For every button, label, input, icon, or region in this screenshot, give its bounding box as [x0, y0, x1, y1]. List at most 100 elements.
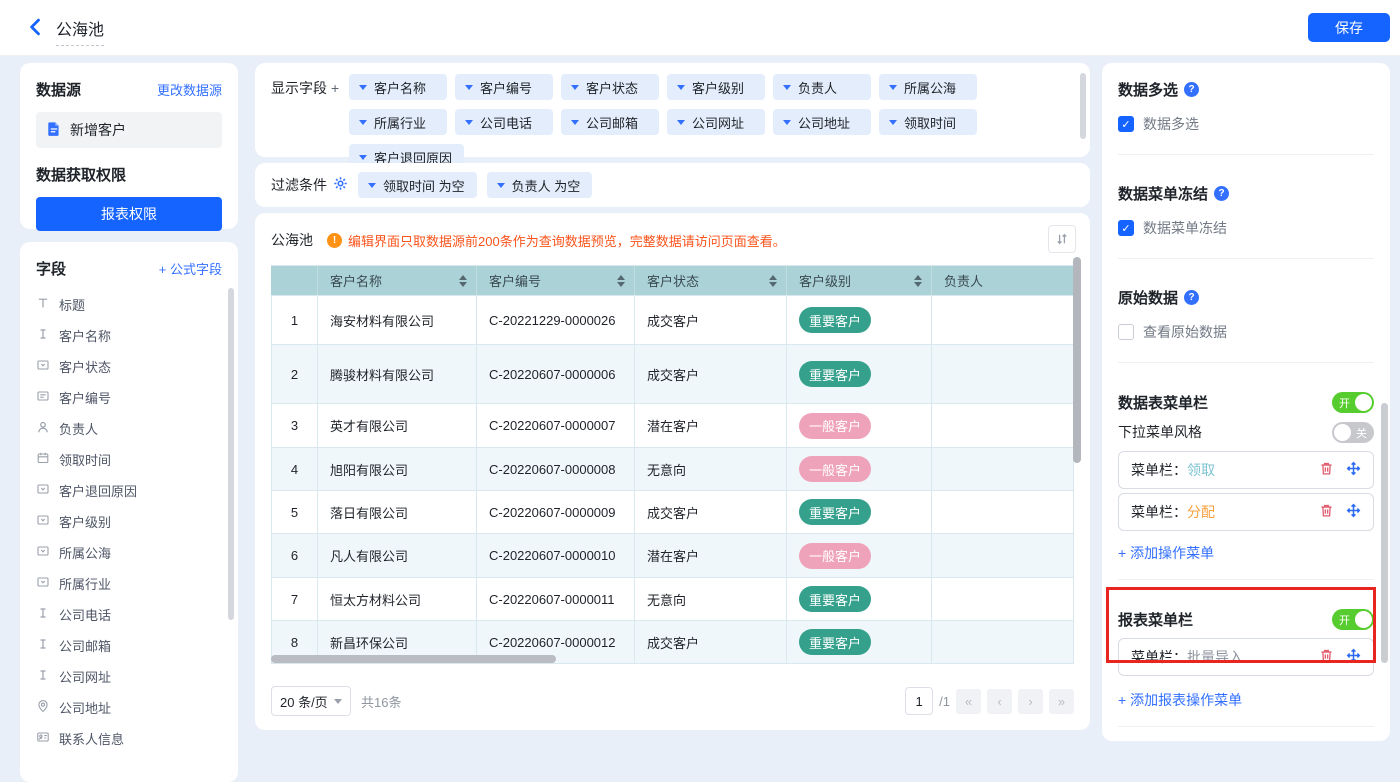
page-input[interactable]: 1 [905, 687, 933, 715]
filter-chip[interactable]: 负责人 为空 [487, 172, 593, 198]
settings-scrollbar[interactable] [1381, 403, 1388, 663]
field-item-owner[interactable]: 负责人 [36, 413, 222, 444]
raw-data-checkbox[interactable]: 查看原始数据 [1118, 322, 1374, 342]
table-row[interactable]: 3 英才有限公司 C-20220607-0000007 潜在客户 一般客户 [271, 404, 1074, 448]
cell-status: 无意向 [635, 578, 787, 620]
trash-icon[interactable] [1319, 503, 1334, 521]
table-menu-toggle[interactable]: 开 [1332, 392, 1374, 413]
field-item-return-reason[interactable]: 客户退回原因 [36, 475, 222, 506]
chevron-down-icon [465, 85, 473, 90]
field-item-pool[interactable]: 所属公海 [36, 537, 222, 568]
help-icon[interactable]: ? [1184, 82, 1199, 97]
row-index: 7 [271, 578, 318, 620]
datasource-panel: 数据源 更改数据源 新增客户 数据获取权限 报表权限 [20, 63, 238, 229]
chevron-down-icon [571, 85, 579, 90]
sort-icon[interactable] [914, 275, 922, 287]
cell-status: 成交客户 [635, 296, 787, 344]
trash-icon[interactable] [1319, 648, 1334, 666]
field-item-phone[interactable]: 公司电话 [36, 599, 222, 630]
add-display-field-button[interactable]: + [331, 80, 339, 96]
cell-status: 成交客户 [635, 621, 787, 663]
report-permission-button[interactable]: 报表权限 [36, 197, 222, 231]
field-item-customer-level[interactable]: 客户级别 [36, 506, 222, 537]
display-chip[interactable]: 所属公海 [879, 74, 977, 100]
menu-item-batch-import[interactable]: 菜单栏： 批量导入 [1118, 638, 1374, 676]
field-item-claim-time[interactable]: 领取时间 [36, 444, 222, 475]
chevron-down-icon [359, 155, 367, 160]
sort-icon[interactable] [769, 275, 777, 287]
display-chip[interactable]: 领取时间 [879, 109, 977, 135]
prev-page-button[interactable]: ‹ [987, 689, 1012, 714]
table-row[interactable]: 7 恒太方材料公司 C-20220607-0000011 无意向 重要客户 [271, 578, 1074, 621]
cell-status: 成交客户 [635, 345, 787, 403]
field-item-title[interactable]: 标题 [36, 289, 222, 320]
display-chip[interactable]: 公司电话 [455, 109, 553, 135]
menu-item-claim[interactable]: 菜单栏： 领取 [1118, 451, 1374, 489]
field-item-industry[interactable]: 所属行业 [36, 568, 222, 599]
cell-owner [932, 534, 1074, 577]
field-item-customer-code[interactable]: 客户编号 [36, 382, 222, 413]
table-row[interactable]: 2 腾骏材料有限公司 C-20220607-0000006 成交客户 重要客户 [271, 345, 1074, 404]
datasource-item[interactable]: 新增客户 [36, 112, 222, 148]
sort-icon[interactable] [459, 275, 467, 287]
gear-icon[interactable] [333, 176, 348, 194]
display-chip[interactable]: 公司网址 [667, 109, 765, 135]
table-row[interactable]: 1 海安材料有限公司 C-20221229-0000026 成交客户 重要客户 [271, 296, 1074, 345]
dropdown-style-toggle[interactable]: 关 [1332, 422, 1374, 443]
multi-select-checkbox[interactable]: ✓ 数据多选 [1118, 114, 1374, 134]
datasource-title: 数据源 [36, 79, 81, 100]
chevron-down-icon [359, 120, 367, 125]
field-item-customer-name[interactable]: 客户名称 [36, 320, 222, 351]
fields-scrollbar[interactable] [228, 288, 234, 620]
add-action-menu-link[interactable]: + 添加操作菜单 [1118, 543, 1214, 563]
main-area: 数据源 更改数据源 新增客户 数据获取权限 报表权限 字段 + 公式字段 标题 … [0, 56, 1400, 755]
table-row[interactable]: 6 凡人有限公司 C-20220607-0000010 潜在客户 一般客户 [271, 534, 1074, 578]
field-item-customer-status[interactable]: 客户状态 [36, 351, 222, 382]
display-chip[interactable]: 负责人 [773, 74, 871, 100]
field-item-email[interactable]: 公司邮箱 [36, 630, 222, 661]
chevron-down-icon [571, 120, 579, 125]
display-chip[interactable]: 客户状态 [561, 74, 659, 100]
checkbox-unchecked-icon [1118, 324, 1134, 340]
help-icon[interactable]: ? [1184, 290, 1199, 305]
table-horizontal-scrollbar[interactable] [271, 655, 556, 663]
display-chip[interactable]: 客户级别 [667, 74, 765, 100]
display-panel-scrollbar[interactable] [1080, 73, 1086, 139]
menu-item-assign[interactable]: 菜单栏： 分配 [1118, 493, 1374, 531]
menu-freeze-checkbox[interactable]: ✓ 数据菜单冻结 [1118, 218, 1374, 238]
text-icon [36, 327, 50, 344]
settings-panel: 数据多选 ? ✓ 数据多选 数据菜单冻结 ? ✓ 数据菜单冻结 原始数据 ? 查… [1102, 63, 1390, 741]
display-chip[interactable]: 公司地址 [773, 109, 871, 135]
display-chip[interactable]: 所属行业 [349, 109, 447, 135]
add-report-action-menu-link[interactable]: + 添加报表操作菜单 [1118, 690, 1242, 710]
move-icon[interactable] [1346, 461, 1361, 479]
move-icon[interactable] [1346, 648, 1361, 666]
next-page-button[interactable]: › [1018, 689, 1043, 714]
help-icon[interactable]: ? [1214, 186, 1229, 201]
raw-data-title: 原始数据 ? [1118, 287, 1374, 308]
first-page-button[interactable]: « [956, 689, 981, 714]
sort-icon[interactable] [617, 275, 625, 287]
trash-icon[interactable] [1319, 461, 1334, 479]
table-sort-button[interactable] [1048, 225, 1076, 253]
pagination-bar: 20 条/页 共16条 1 /1 « ‹ › » [271, 686, 1074, 716]
display-chip[interactable]: 客户名称 [349, 74, 447, 100]
field-item-contact-info[interactable]: 联系人信息 [36, 723, 222, 754]
table-row[interactable]: 5 落日有限公司 C-20220607-0000009 成交客户 重要客户 [271, 491, 1074, 534]
display-chip[interactable]: 客户编号 [455, 74, 553, 100]
back-icon[interactable] [26, 17, 46, 37]
table-vertical-scrollbar[interactable] [1073, 257, 1081, 463]
report-menu-toggle[interactable]: 开 [1332, 609, 1374, 630]
page-size-select[interactable]: 20 条/页 [271, 686, 351, 716]
last-page-button[interactable]: » [1049, 689, 1074, 714]
formula-field-link[interactable]: + 公式字段 [159, 259, 222, 278]
move-icon[interactable] [1346, 503, 1361, 521]
field-item-website[interactable]: 公司网址 [36, 661, 222, 692]
save-button[interactable]: 保存 [1308, 13, 1390, 42]
field-item-address[interactable]: 公司地址 [36, 692, 222, 723]
display-chip[interactable]: 公司邮箱 [561, 109, 659, 135]
table-row[interactable]: 4 旭阳有限公司 C-20220607-0000008 无意向 一般客户 [271, 448, 1074, 491]
chevron-down-icon [359, 85, 367, 90]
filter-chip[interactable]: 领取时间 为空 [358, 172, 477, 198]
change-datasource-link[interactable]: 更改数据源 [157, 80, 222, 99]
